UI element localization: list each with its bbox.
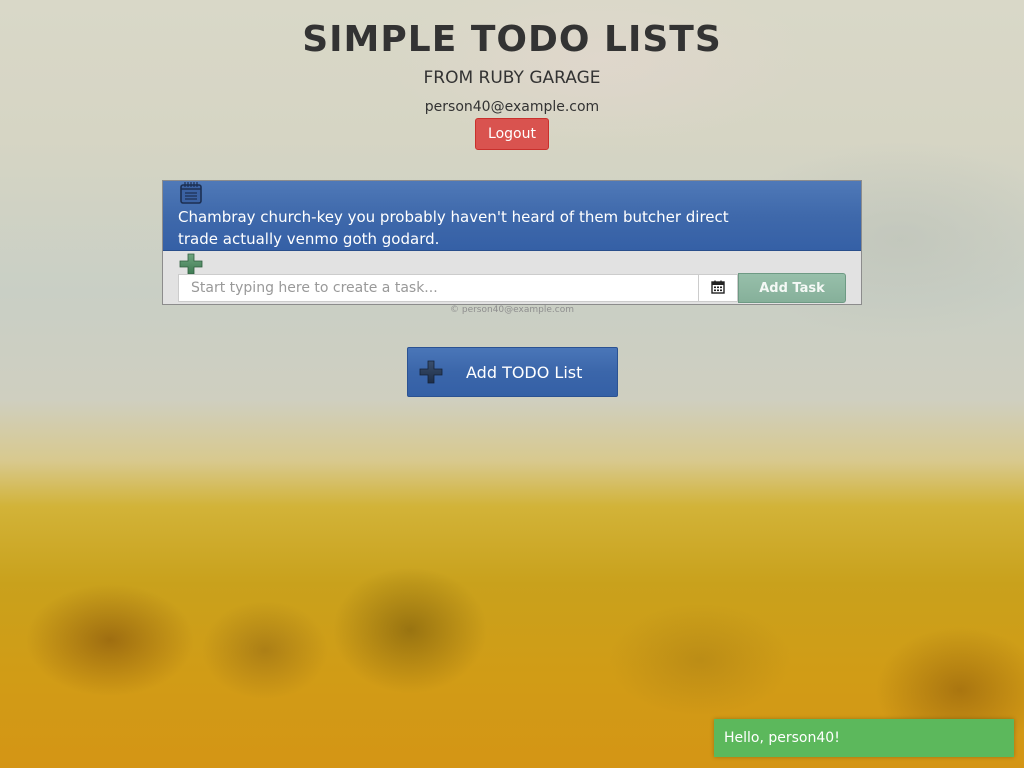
date-picker-button[interactable] xyxy=(698,274,738,302)
add-task-button[interactable]: Add Task xyxy=(738,273,846,303)
page-subtitle: FROM RUBY GARAGE xyxy=(423,68,601,88)
plus-icon xyxy=(418,359,444,385)
page-title: SIMPLE TODO LISTS xyxy=(302,19,722,60)
todo-list-title[interactable]: Chambray church-key you probably haven't… xyxy=(178,206,738,250)
todo-list-panel: Chambray church-key you probably haven't… xyxy=(162,180,862,305)
plus-icon xyxy=(178,253,204,275)
copyright-text: © person40@example.com xyxy=(450,305,574,315)
add-todo-list-label: Add TODO List xyxy=(466,362,583,382)
new-task-input[interactable] xyxy=(178,274,698,302)
todo-list-header: Chambray church-key you probably haven't… xyxy=(163,181,861,251)
new-task-row: Add Task xyxy=(178,273,846,304)
add-todo-list-button[interactable]: Add TODO List xyxy=(407,347,618,397)
calendar-icon xyxy=(711,279,725,298)
page-header: SIMPLE TODO LISTS FROM RUBY GARAGE perso… xyxy=(0,0,1024,150)
notepad-icon xyxy=(178,181,204,205)
greeting-toast[interactable]: Hello, person40! xyxy=(714,719,1014,757)
logout-button[interactable]: Logout xyxy=(475,118,549,150)
user-email: person40@example.com xyxy=(424,99,600,115)
